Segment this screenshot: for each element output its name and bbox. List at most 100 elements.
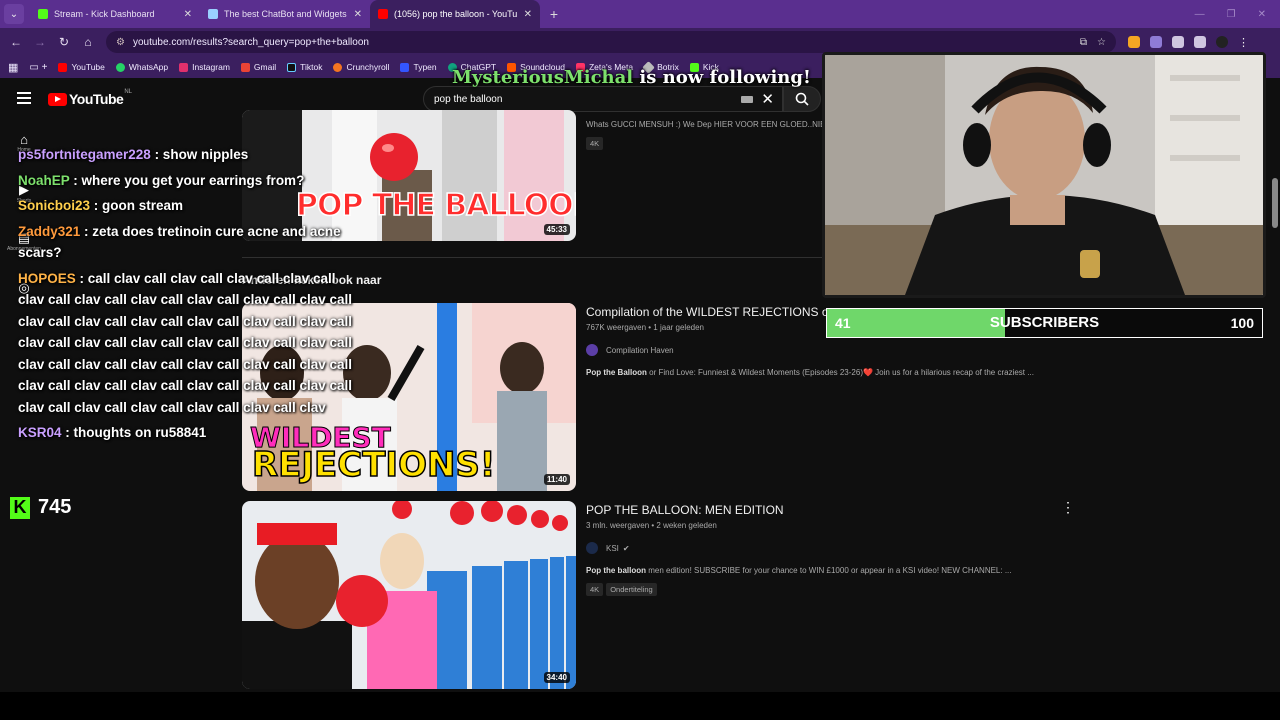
close-window-icon[interactable]: ✕ <box>1258 9 1266 20</box>
region-code: NL <box>124 89 132 95</box>
bookmark-label: Typen <box>413 62 437 72</box>
follow-text: is now following! <box>633 67 811 88</box>
tab-kick-dashboard[interactable]: Stream - Kick Dashboard ✕ <box>30 0 200 28</box>
site-info-icon[interactable]: ⚙ <box>116 37 125 48</box>
video-info: POP THE BALLOON: MEN EDITION 3 mln. weer… <box>586 503 1066 597</box>
gmail-icon <box>240 62 250 72</box>
subscriber-goal-bar: 41 SUBSCRIBERS 100 <box>826 308 1263 338</box>
folder-icon[interactable]: ▭ + <box>29 62 47 73</box>
bookmark-crunchyroll[interactable]: Crunchyroll <box>333 62 389 72</box>
bookmark-tiktok[interactable]: Tiktok <box>287 62 322 72</box>
video-duration: 45:33 <box>543 224 570 235</box>
close-icon[interactable]: ✕ <box>354 9 362 20</box>
apps-icon[interactable]: ▦ <box>8 61 18 74</box>
menu-icon[interactable] <box>17 92 31 104</box>
subtitles-badge: Ondertiteling <box>606 583 657 596</box>
tab-search-button[interactable]: ⌄ <box>4 4 24 24</box>
youtube-play-icon <box>48 92 67 106</box>
bookmark-youtube[interactable]: YouTube <box>58 62 105 72</box>
bookmark-instagram[interactable]: Instagram <box>179 62 230 72</box>
star-icon[interactable]: ☆ <box>1097 37 1106 48</box>
chat-message: NoahEP : where you get your earrings fro… <box>18 170 363 192</box>
tab-youtube[interactable]: (1056) pop the balloon - YouTu ✕ <box>370 0 540 28</box>
thumbnail-title-line2: REJECTIONS! <box>251 444 496 486</box>
chat-username: KSR04 <box>18 425 62 440</box>
home-icon[interactable]: ⌂ <box>78 35 98 49</box>
chat-username: HOPOES <box>18 270 76 286</box>
channel-name: KSI <box>606 543 619 553</box>
bookmark-label: Gmail <box>253 62 277 72</box>
video-title[interactable]: POP THE BALLOON: MEN EDITION <box>586 503 1066 517</box>
reload-icon[interactable]: ↻ <box>54 35 74 49</box>
install-icon[interactable]: ⧉ <box>1080 37 1087 48</box>
chat-message: ps5fortnitegamer228 : show nipples <box>18 144 363 166</box>
bookmark-label: Tiktok <box>300 62 323 72</box>
search-input[interactable]: pop the balloon ✕ <box>423 86 783 112</box>
extension-icon[interactable] <box>1128 36 1140 48</box>
tab-chatbot[interactable]: The best ChatBot and Widgets ✕ <box>200 0 370 28</box>
chat-username: ps5fortnitegamer228 <box>18 147 151 162</box>
bookmark-typen[interactable]: Typen <box>400 62 437 72</box>
channel-link[interactable]: KSI ✔ <box>586 542 1066 554</box>
youtube-wordmark: YouTube <box>69 91 124 107</box>
crunchyroll-icon <box>333 62 343 72</box>
clear-search-icon[interactable]: ✕ <box>761 90 774 108</box>
maximize-icon[interactable]: ❐ <box>1227 9 1236 20</box>
youtube-icon <box>58 62 68 72</box>
tiktok-icon <box>287 62 297 72</box>
follow-alert: MysteriousMichal is now following! <box>452 67 811 88</box>
viewer-count: 745 <box>38 496 72 518</box>
tab-title: The best ChatBot and Widgets <box>224 9 347 19</box>
chat-message: HOPOES : call clav call clav call clav c… <box>18 268 363 419</box>
close-icon[interactable]: ✕ <box>524 9 532 20</box>
profile-avatar-icon[interactable] <box>1216 36 1228 48</box>
channel-link[interactable]: Compilation Haven <box>586 344 1066 356</box>
verified-icon: ✔ <box>622 543 630 553</box>
browser-tab-bar: ⌄ Stream - Kick Dashboard ✕ The best Cha… <box>0 0 1280 28</box>
bookmark-gmail[interactable]: Gmail <box>240 62 277 72</box>
keyboard-icon[interactable] <box>741 95 754 103</box>
video-meta: 3 mln. weergaven • 2 weken geleden <box>586 521 717 530</box>
bottom-strip <box>0 692 1280 720</box>
chat-message: KSR04 : thoughts on ru58841 <box>18 422 363 444</box>
bookmark-whatsapp[interactable]: WhatsApp <box>115 62 169 72</box>
more-options-icon[interactable]: ⋮ <box>1061 499 1075 516</box>
new-tab-button[interactable]: + <box>544 6 564 22</box>
chat-username: Zaddy321 <box>18 223 81 239</box>
bookmark-label: WhatsApp <box>128 62 169 72</box>
chat-text: : goon stream <box>90 198 184 213</box>
close-icon[interactable]: ✕ <box>184 9 192 20</box>
chat-text: : where you get your earrings from? <box>69 172 305 188</box>
chatbot-favicon <box>208 9 218 19</box>
desc-highlight: Pop the balloon <box>586 566 646 575</box>
search-button[interactable] <box>783 86 821 112</box>
tab-title: (1056) pop the balloon - YouTu <box>394 9 518 19</box>
extensions-area: ⋮ <box>1128 36 1249 49</box>
desc-highlight: Pop the Balloon <box>586 368 647 377</box>
page-scrollbar[interactable] <box>1270 120 1280 695</box>
video-thumbnail[interactable]: 34:40 <box>242 501 576 689</box>
quality-badge: 4K <box>586 137 604 150</box>
scrollbar-thumb[interactable] <box>1272 178 1278 228</box>
kick-logo-icon: K <box>10 496 30 519</box>
video-duration: 11:40 <box>543 474 570 485</box>
window-controls: — ❐ ✕ <box>1195 9 1280 20</box>
extension-icon[interactable] <box>1150 36 1162 48</box>
desc-text: men edition! SUBSCRIBE for your chance t… <box>646 566 1012 575</box>
forward-icon[interactable]: → <box>30 35 50 49</box>
menu-dots-icon[interactable]: ⋮ <box>1238 36 1249 49</box>
instagram-icon <box>179 62 189 72</box>
goal-target: 100 <box>1230 315 1254 331</box>
tab-title: Stream - Kick Dashboard <box>54 9 155 19</box>
minimize-icon[interactable]: — <box>1195 9 1205 20</box>
kick-favicon <box>38 9 48 19</box>
youtube-logo[interactable]: YouTube NL <box>48 89 132 107</box>
puzzle-icon[interactable] <box>1172 36 1184 48</box>
chat-username: NoahEP <box>18 172 70 188</box>
url-input[interactable]: ⚙ youtube.com/results?search_query=pop+t… <box>106 31 1116 53</box>
video-description: Pop the balloon men edition! SUBSCRIBE f… <box>586 566 1066 575</box>
sidebar-icon[interactable] <box>1194 36 1206 48</box>
back-icon[interactable]: ← <box>6 35 26 49</box>
channel-avatar <box>586 344 598 356</box>
goal-label: SUBSCRIBERS <box>989 314 1100 331</box>
